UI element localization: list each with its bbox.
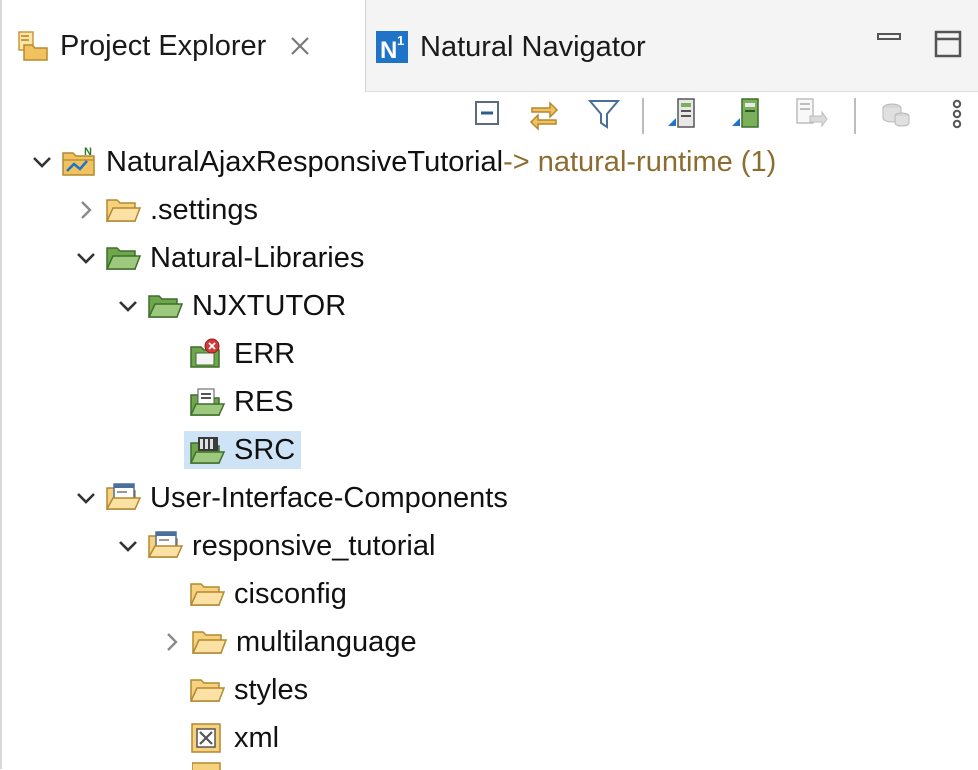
folder-icon <box>189 679 226 702</box>
link-with-editor-icon[interactable] <box>526 96 562 132</box>
tree-item-label: NaturalAjaxResponsiveTutorial <box>106 145 504 178</box>
svg-text:1: 1 <box>397 33 404 48</box>
collapse-libraries-icon[interactable] <box>666 96 702 132</box>
tree-item-natural-libraries[interactable]: Natural-Libraries <box>72 236 364 280</box>
source-folder-icon <box>189 437 226 464</box>
chevron-down-icon[interactable] <box>114 532 142 560</box>
tree-item-project[interactable]: N NaturalAjaxResponsiveTutorial -> natur… <box>28 140 776 184</box>
tab-project-explorer[interactable]: Project Explorer <box>2 0 366 92</box>
tree-item-label: xml <box>234 721 280 754</box>
tree-item-label: User-Interface-Components <box>150 481 508 514</box>
tree-item-src[interactable]: SRC <box>184 428 302 472</box>
chevron-down-icon[interactable] <box>72 484 100 512</box>
resources-folder-icon <box>189 388 226 416</box>
tree-item-decoration: -> natural-runtime (1) <box>503 145 777 178</box>
tree-item-user-interface-components[interactable]: User-Interface-Components <box>72 476 508 520</box>
tree-item-label: .settings <box>150 193 258 226</box>
tree-item-label: NJXTUTOR <box>192 289 347 322</box>
tree-item-label: cisconfig <box>234 577 347 610</box>
selection-highlight: SRC <box>184 431 302 469</box>
new-library-icon[interactable] <box>730 96 766 132</box>
tree-item-responsive-tutorial[interactable]: responsive_tutorial <box>114 524 435 568</box>
tree-item-label: RES <box>234 385 294 418</box>
toolbar-separator <box>854 98 856 134</box>
chevron-down-icon[interactable] <box>114 292 142 320</box>
tree-item-label: responsive_tutorial <box>192 529 436 562</box>
tree-item-label: ERR <box>234 337 296 370</box>
ui-components-folder-icon <box>147 531 184 558</box>
tree-item-xml[interactable]: xml <box>188 716 279 760</box>
toolbar-separator <box>642 98 644 134</box>
tree-item-label: multilanguage <box>236 625 417 658</box>
tree-item-err[interactable]: ERR <box>188 332 295 376</box>
chevron-down-icon[interactable] <box>72 244 100 272</box>
tab-natural-navigator[interactable]: N 1 Natural Navigator <box>374 16 646 78</box>
tree-item-cisconfig[interactable]: cisconfig <box>188 572 347 616</box>
error-messages-folder-icon <box>190 338 220 368</box>
tree-item-njxtutor[interactable]: NJXTUTOR <box>114 284 346 328</box>
tree-item-label: Natural-Libraries <box>150 241 365 274</box>
svg-text:N: N <box>84 146 92 158</box>
tree-item-label: styles <box>234 673 309 706</box>
close-icon[interactable] <box>288 34 312 58</box>
project-explorer-view: Project Explorer N 1 Natural Navigator N… <box>0 0 978 770</box>
green-folder-icon <box>147 295 184 318</box>
chevron-right-icon[interactable] <box>72 196 100 224</box>
maximize-icon[interactable] <box>932 28 964 60</box>
project-explorer-icon <box>18 31 48 61</box>
tree-item-styles[interactable]: styles <box>188 668 308 712</box>
view-tab-bar: Project Explorer N 1 Natural Navigator <box>2 0 978 92</box>
folder-icon <box>191 631 228 654</box>
filter-icon[interactable] <box>586 96 622 132</box>
minimize-icon[interactable] <box>874 28 904 58</box>
folder-icon <box>105 199 142 222</box>
refresh-libraries-icon[interactable] <box>792 96 828 132</box>
view-toolbar <box>2 92 978 138</box>
tab-label: Natural Navigator <box>420 30 646 63</box>
tree-item-label: SRC <box>234 433 296 466</box>
tab-label: Project Explorer <box>60 29 267 62</box>
collapse-all-icon[interactable] <box>470 96 506 132</box>
tree-item-settings[interactable]: .settings <box>72 188 258 232</box>
natural-navigator-icon: N 1 <box>376 31 408 64</box>
green-folder-icon <box>105 247 142 270</box>
svg-text:N: N <box>380 37 397 64</box>
chevron-down-icon[interactable] <box>28 148 56 176</box>
folder-icon <box>189 583 226 606</box>
tree-item-res[interactable]: RES <box>188 380 294 424</box>
ui-components-folder-icon <box>105 483 142 510</box>
view-menu-icon[interactable] <box>942 96 972 132</box>
xml-folder-icon <box>191 723 221 753</box>
chevron-right-icon[interactable] <box>158 628 186 656</box>
tree-item-multilanguage[interactable]: multilanguage <box>158 620 417 664</box>
natural-project-icon: N <box>62 146 95 176</box>
database-icon[interactable] <box>878 96 914 132</box>
